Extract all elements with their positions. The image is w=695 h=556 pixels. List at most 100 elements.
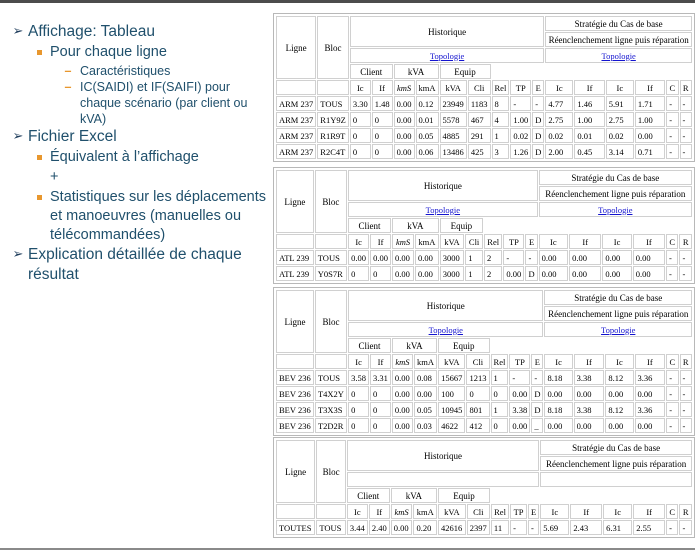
- header-topologie-hist-cell[interactable]: Topologie: [348, 202, 538, 217]
- header-spacer-bloc: [317, 80, 349, 95]
- cell-hist-if: 0: [370, 266, 392, 281]
- cell-hist-rel: 8: [491, 96, 510, 111]
- header-topologie-hist-cell[interactable]: Topologie: [349, 48, 545, 63]
- header-col-e: E: [525, 234, 538, 249]
- cell-hist-cli: 291: [467, 128, 491, 143]
- header-strategie: Stratégie du Cas de base: [544, 290, 692, 305]
- cell-bloc: T2D2R: [314, 418, 348, 433]
- header-col-rel: Rel: [490, 504, 510, 519]
- header-kva-col-if: If: [634, 80, 666, 95]
- outline-item-label: +: [50, 168, 59, 185]
- topologie-link[interactable]: Topologie: [601, 325, 635, 335]
- cell-hist-ic: 0.00: [348, 250, 370, 265]
- cell-hist-kma: 0.05: [415, 128, 439, 143]
- header-col-e: E: [532, 80, 545, 95]
- header-kva-col-ic: Ic: [605, 354, 634, 369]
- header-kva: kVA: [390, 488, 438, 503]
- header-col-kva: kVA: [439, 234, 465, 249]
- topologie-link[interactable]: Topologie: [426, 205, 460, 215]
- outline-item-l2: Statistiques sur les déplacements et man…: [28, 188, 266, 245]
- header-bloc: Bloc: [316, 440, 346, 503]
- cell-hist-kms: 0.00: [393, 144, 415, 159]
- cell-hist-ic: 0: [349, 128, 371, 143]
- header-topologie-strat-cell[interactable]: Topologie: [538, 202, 692, 217]
- cell-ligne: BEV 236: [276, 402, 314, 417]
- cell-bloc: Y0S7R: [314, 266, 348, 281]
- header-equip-col-c: C: [666, 354, 679, 369]
- cell-client-ic: 5.69: [540, 520, 570, 535]
- table-bev-236: Ligne Bloc Historique Stratégie du Cas de b…: [275, 289, 693, 434]
- header-client: Client: [348, 338, 391, 353]
- header-row-groups: Ligne Bloc Historique Stratégie du Cas de b…: [276, 290, 692, 353]
- cell-hist-kma: 0.00: [413, 386, 438, 401]
- header-historique: Historique: [346, 440, 540, 471]
- header-col-if: If: [368, 504, 390, 519]
- cell-hist-kms: 0.00: [391, 418, 413, 433]
- cell-kva-if: 0.00: [634, 418, 666, 433]
- header-topologie-strat-cell[interactable]: Topologie: [545, 48, 692, 63]
- cell-hist-ic: 0: [349, 112, 371, 127]
- cell-hist-rel: 0: [490, 418, 509, 433]
- outline-item-label: Caractéristiques: [80, 63, 171, 78]
- topologie-link[interactable]: Topologie: [429, 325, 463, 335]
- header-client-col-ic: Ic: [544, 354, 573, 369]
- header-row-columns: Ic If kmS kmA kVA Cli Rel TP E Ic If Ic If C R: [276, 234, 692, 249]
- header-ligne: Ligne: [276, 440, 316, 503]
- header-client-col-if: If: [574, 80, 605, 95]
- cell-equip-c: -: [666, 144, 679, 159]
- cell-hist-kva: 3000: [439, 250, 465, 265]
- table-panel-4: Ligne Bloc Historique Stratégie du Cas de b…: [273, 437, 695, 543]
- cell-hist-kva: 4885: [439, 128, 467, 143]
- topologie-link[interactable]: Topologie: [430, 51, 464, 61]
- square-bullet-glyph: [36, 50, 42, 56]
- header-spacer-bloc: [314, 354, 348, 369]
- header-row-columns: Ic If kmS kmA kVA Cli Rel TP E Ic If Ic If C R: [276, 80, 692, 95]
- cell-client-if: 3.38: [573, 402, 605, 417]
- table-row: ATL 239 Y0S7R 0 0 0.00 0.00 3000 1 2 0.00 D 0.00 0.0…: [276, 266, 692, 281]
- header-col-kms: kmS: [391, 354, 413, 369]
- topologie-link[interactable]: Topologie: [601, 51, 635, 61]
- cell-bloc: R2C4T: [317, 144, 349, 159]
- square-bullet-icon: [28, 43, 50, 56]
- table-row: BEV 236 T3X3S 0 0 0.00 0.05 10945 801 1 3.38 D 8.18…: [276, 402, 692, 417]
- cell-ligne: ARM 237: [276, 96, 317, 111]
- cell-kva-ic: 3.14: [605, 144, 634, 159]
- header-spacer-bloc: [316, 504, 346, 519]
- cell-hist-e: _: [531, 418, 544, 433]
- header-equip: Equip: [438, 338, 490, 353]
- cell-hist-cli: 467: [467, 112, 491, 127]
- cell-ligne: TOUTES: [276, 520, 316, 535]
- header-strategie: Stratégie du Cas de base: [538, 170, 692, 185]
- header-topologie-strat-cell[interactable]: Topologie: [544, 322, 692, 337]
- cell-equip-c: -: [666, 250, 679, 265]
- header-col-kva: kVA: [439, 80, 467, 95]
- header-client-col-ic: Ic: [538, 234, 569, 249]
- cell-equip-c: -: [666, 386, 679, 401]
- cell-client-ic: 8.18: [544, 402, 573, 417]
- cell-hist-kma: 0.20: [413, 520, 438, 535]
- header-kva-col-if: If: [632, 234, 666, 249]
- header-topologie-hist-cell[interactable]: Topologie: [348, 322, 544, 337]
- cell-ligne: BEV 236: [276, 370, 314, 385]
- cell-hist-e: D: [525, 266, 538, 281]
- cell-equip-r: -: [679, 144, 692, 159]
- cell-hist-kms: 0.00: [392, 266, 415, 281]
- header-equip-col-r: R: [679, 354, 692, 369]
- header-col-ic: Ic: [348, 234, 370, 249]
- cell-hist-rel: 0: [490, 386, 509, 401]
- header-strategie: Stratégie du Cas de base: [545, 16, 692, 31]
- cell-ligne: ATL 239: [276, 250, 314, 265]
- header-spacer-ligne: [276, 234, 314, 249]
- cell-hist-tp: 0.00: [503, 266, 525, 281]
- table-panel-3: Ligne Bloc Historique Stratégie du Cas de b…: [273, 287, 695, 441]
- outline-item-l2: +: [28, 168, 266, 187]
- cell-hist-cli: 1183: [467, 96, 491, 111]
- cell-kva-ic: 0.00: [605, 386, 634, 401]
- cell-hist-tp: 0.02: [510, 128, 532, 143]
- header-equip-col-c: C: [666, 504, 679, 519]
- cell-hist-rel: 1: [490, 370, 509, 385]
- header-ligne: Ligne: [276, 16, 317, 79]
- topologie-link[interactable]: Topologie: [598, 205, 632, 215]
- table-bev-236-frame: Ligne Bloc Historique Stratégie du Cas de b…: [273, 287, 695, 436]
- header-spacer-bloc: [314, 234, 348, 249]
